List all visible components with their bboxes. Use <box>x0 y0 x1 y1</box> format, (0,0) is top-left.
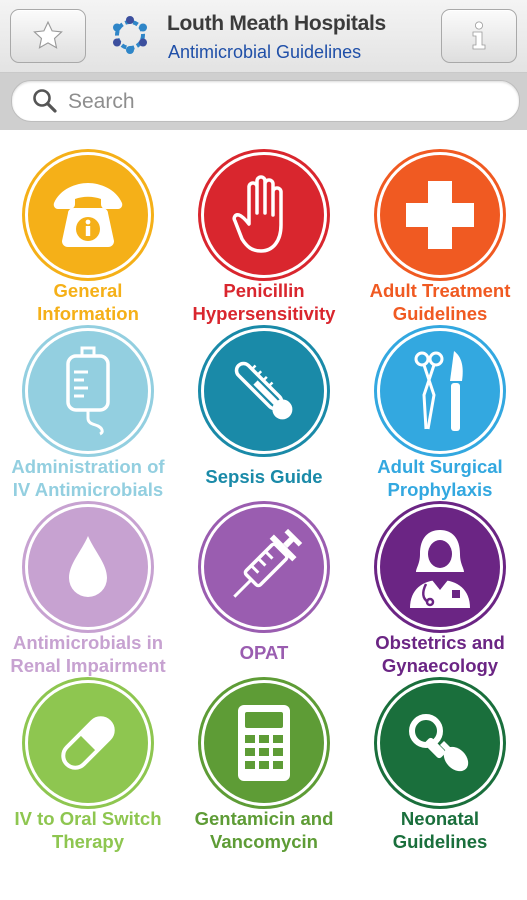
pacifier-icon <box>409 714 469 772</box>
syringe-icon <box>233 528 303 598</box>
tile-antimicrobials-renal-impairment[interactable]: Antimicrobials in Renal Impairment <box>0 507 176 683</box>
tile-label: Administration of IV Antimicrobials <box>11 456 165 500</box>
tile-circle <box>380 507 500 627</box>
pill-icon <box>61 716 115 770</box>
doctor-icon <box>410 530 470 608</box>
tile-label: Neonatal Guidelines <box>392 808 488 852</box>
tile-circle <box>380 683 500 803</box>
tile-label: Adult Surgical Prophylaxis <box>377 456 503 500</box>
app-header: Louth Meath Hospitals Antimicrobial Guid… <box>0 0 527 73</box>
tile-label: Obstetrics and Gynaecology <box>375 632 505 676</box>
tile-circle <box>204 331 324 451</box>
info-button[interactable] <box>441 9 517 63</box>
surgical-tools-icon <box>414 351 463 431</box>
tile-circle <box>28 507 148 627</box>
hospital-logo-icon <box>113 16 147 54</box>
tile-label: General Information <box>37 280 139 324</box>
search-input[interactable] <box>66 87 500 117</box>
tile-penicillin-hypersensitivity[interactable]: Penicillin Hypersensitivity <box>176 155 352 331</box>
tile-circle <box>204 155 324 275</box>
tile-label: Penicillin Hypersensitivity <box>192 280 336 324</box>
tile-general-information[interactable]: General Information <box>0 155 176 331</box>
tile-circle <box>28 683 148 803</box>
calculator-icon <box>238 705 290 781</box>
phone-info-icon <box>53 183 123 247</box>
tile-label: Adult Treatment Guidelines <box>369 280 511 324</box>
tile-iv-oral-switch-therapy[interactable]: IV to Oral Switch Therapy <box>0 683 176 859</box>
tile-adult-treatment-guidelines[interactable]: Adult Treatment Guidelines <box>352 155 527 331</box>
favorites-button[interactable] <box>10 9 86 63</box>
tile-circle <box>204 507 324 627</box>
app-title: Louth Meath Hospitals <box>167 12 386 35</box>
star-icon <box>33 20 63 49</box>
water-drop-icon <box>69 536 107 597</box>
iv-bag-icon <box>66 346 110 436</box>
tile-adult-surgical-prophylaxis[interactable]: Adult Surgical Prophylaxis <box>352 331 527 507</box>
thermometer-icon <box>234 361 293 420</box>
tile-circle <box>380 331 500 451</box>
tile-label: Gentamicin and Vancomycin <box>194 808 334 852</box>
tile-sepsis-guide[interactable]: Sepsis Guide <box>176 331 352 507</box>
tile-circle <box>380 155 500 275</box>
search-icon <box>33 89 57 113</box>
tile-neonatal-guidelines[interactable]: Neonatal Guidelines <box>352 683 527 859</box>
tile-label: Antimicrobials in Renal Impairment <box>10 632 166 676</box>
tile-circle <box>28 155 148 275</box>
medical-cross-icon <box>406 181 474 249</box>
tile-label: OPAT <box>239 642 289 663</box>
tile-opat[interactable]: OPAT <box>176 507 352 683</box>
app-subtitle: Antimicrobial Guidelines <box>168 42 362 62</box>
tile-label: IV to Oral Switch Therapy <box>14 808 162 852</box>
info-icon <box>472 21 486 50</box>
tile-obstetrics-gynaecology[interactable]: Obstetrics and Gynaecology <box>352 507 527 683</box>
tile-gentamicin-vancomycin[interactable]: Gentamicin and Vancomycin <box>176 683 352 859</box>
search-box[interactable] <box>11 80 520 122</box>
stop-hand-icon <box>232 175 283 253</box>
tile-administration-iv-antimicrobials[interactable]: Administration of IV Antimicrobials <box>0 331 176 507</box>
tile-label: Sepsis Guide <box>205 466 323 487</box>
tile-circle <box>204 683 324 803</box>
tile-circle <box>28 331 148 451</box>
